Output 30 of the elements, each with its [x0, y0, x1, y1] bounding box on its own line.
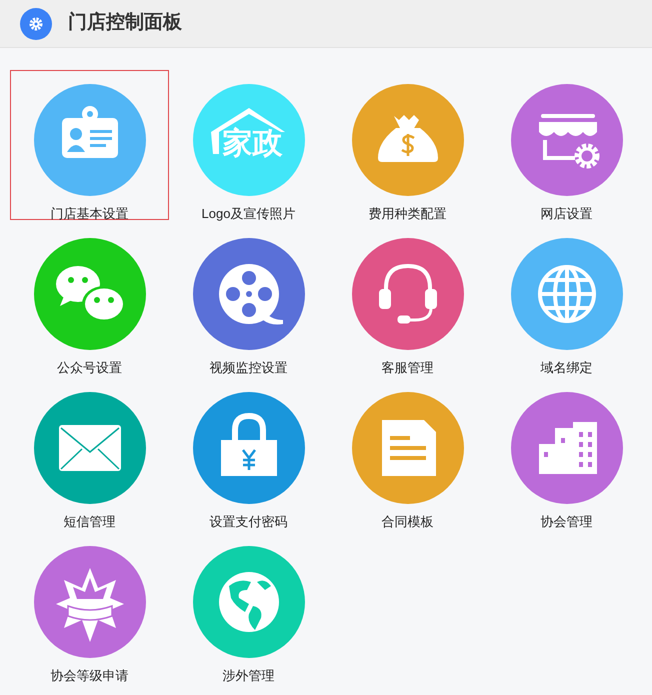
lock-icon: [220, 413, 276, 476]
tile-button[interactable]: 门店基本设置: [10, 70, 169, 220]
tile-button[interactable]: 费用种类配置: [328, 70, 487, 220]
tile-button[interactable]: 视频监控设置: [169, 224, 328, 374]
settings-icon: [20, 8, 52, 40]
tile-button[interactable]: 网店设置: [487, 70, 646, 220]
star-badge-icon: [56, 568, 124, 642]
chat-bubbles-icon: [56, 266, 126, 322]
envelope-icon: [58, 425, 120, 471]
tile-button[interactable]: 公众号设置: [10, 224, 169, 374]
tile-button[interactable]: 协会等级申请: [10, 532, 169, 682]
tile-button[interactable]: 涉外管理: [169, 532, 328, 682]
globe-icon: [538, 265, 596, 323]
tile-button[interactable]: 短信管理: [10, 378, 169, 528]
tile-button[interactable]: 协会管理: [487, 378, 646, 528]
film-reel-icon: [218, 264, 282, 324]
tile-button[interactable]: 设置支付密码: [169, 378, 328, 528]
tile-button[interactable]: 客服管理: [328, 224, 487, 374]
headset-icon: [378, 264, 436, 324]
panel-title: 门店控制面板: [68, 10, 182, 36]
document-icon: [382, 420, 436, 476]
earth-icon: [218, 572, 278, 632]
money-bag-icon: [378, 115, 438, 162]
logo-text: 家政: [222, 128, 282, 160]
buildings-icon: [538, 422, 596, 474]
tile-button[interactable]: 合同模板: [328, 378, 487, 528]
tile-button[interactable]: 域名绑定: [487, 224, 646, 374]
tile-button[interactable]: 家政 Logo及宣传照片: [169, 70, 328, 220]
id-card-icon: [62, 106, 118, 158]
shop-icon: [538, 114, 599, 168]
